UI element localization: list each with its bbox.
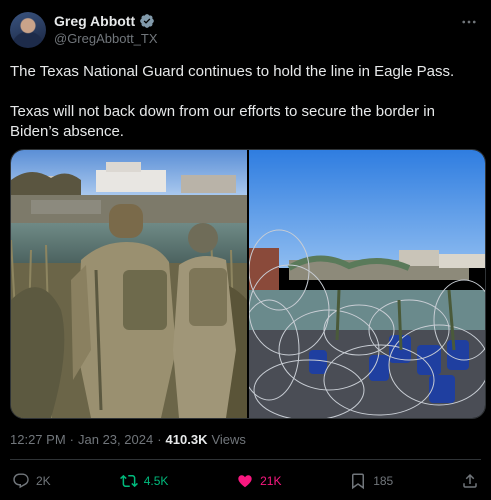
reply-count: 2K: [36, 474, 51, 488]
tweet-date[interactable]: Jan 23, 2024: [78, 432, 153, 447]
retweet-count: 4.5K: [143, 474, 169, 488]
verified-badge-icon: [140, 14, 154, 28]
like-button[interactable]: 21K: [236, 472, 281, 490]
tweet-time[interactable]: 12:27 PM: [10, 432, 66, 447]
action-bar: 2K 4.5K 21K 185: [12, 472, 479, 490]
retweet-button[interactable]: 4.5K: [119, 472, 169, 490]
media-grid: [10, 149, 486, 419]
meta-separator: ·: [69, 432, 74, 447]
more-options-icon[interactable]: [459, 12, 479, 32]
share-button[interactable]: [461, 472, 479, 490]
tweet-text: The Texas National Guard continues to ho…: [10, 62, 477, 142]
views-count: 410.3K: [165, 432, 208, 447]
divider: [10, 459, 481, 460]
like-count: 21K: [260, 474, 282, 488]
retweet-icon: [119, 474, 138, 488]
photo-razor-wire[interactable]: [249, 150, 485, 418]
bookmark-icon: [352, 473, 365, 490]
tweet-meta: 12:27 PM · Jan 23, 2024 · 410.3K Views: [10, 432, 246, 447]
author-handle[interactable]: @GregAbbott_TX: [54, 31, 158, 46]
bookmark-button[interactable]: 185: [349, 472, 393, 490]
heart-icon: [238, 475, 252, 488]
reply-icon: [13, 473, 29, 489]
meta-separator: ·: [157, 432, 162, 447]
author-display-name[interactable]: Greg Abbott: [54, 13, 135, 29]
views-label: Views: [211, 432, 246, 447]
tweet-paragraph: Texas will not back down from our effort…: [10, 103, 435, 140]
share-icon: [463, 473, 477, 488]
author-avatar[interactable]: [10, 12, 46, 48]
photo-soldiers[interactable]: [11, 150, 247, 418]
tweet-paragraph: The Texas National Guard continues to ho…: [10, 63, 455, 80]
reply-button[interactable]: 2K: [12, 472, 52, 490]
bookmark-count: 185: [373, 474, 394, 488]
author-name-row: Greg Abbott: [54, 13, 155, 29]
